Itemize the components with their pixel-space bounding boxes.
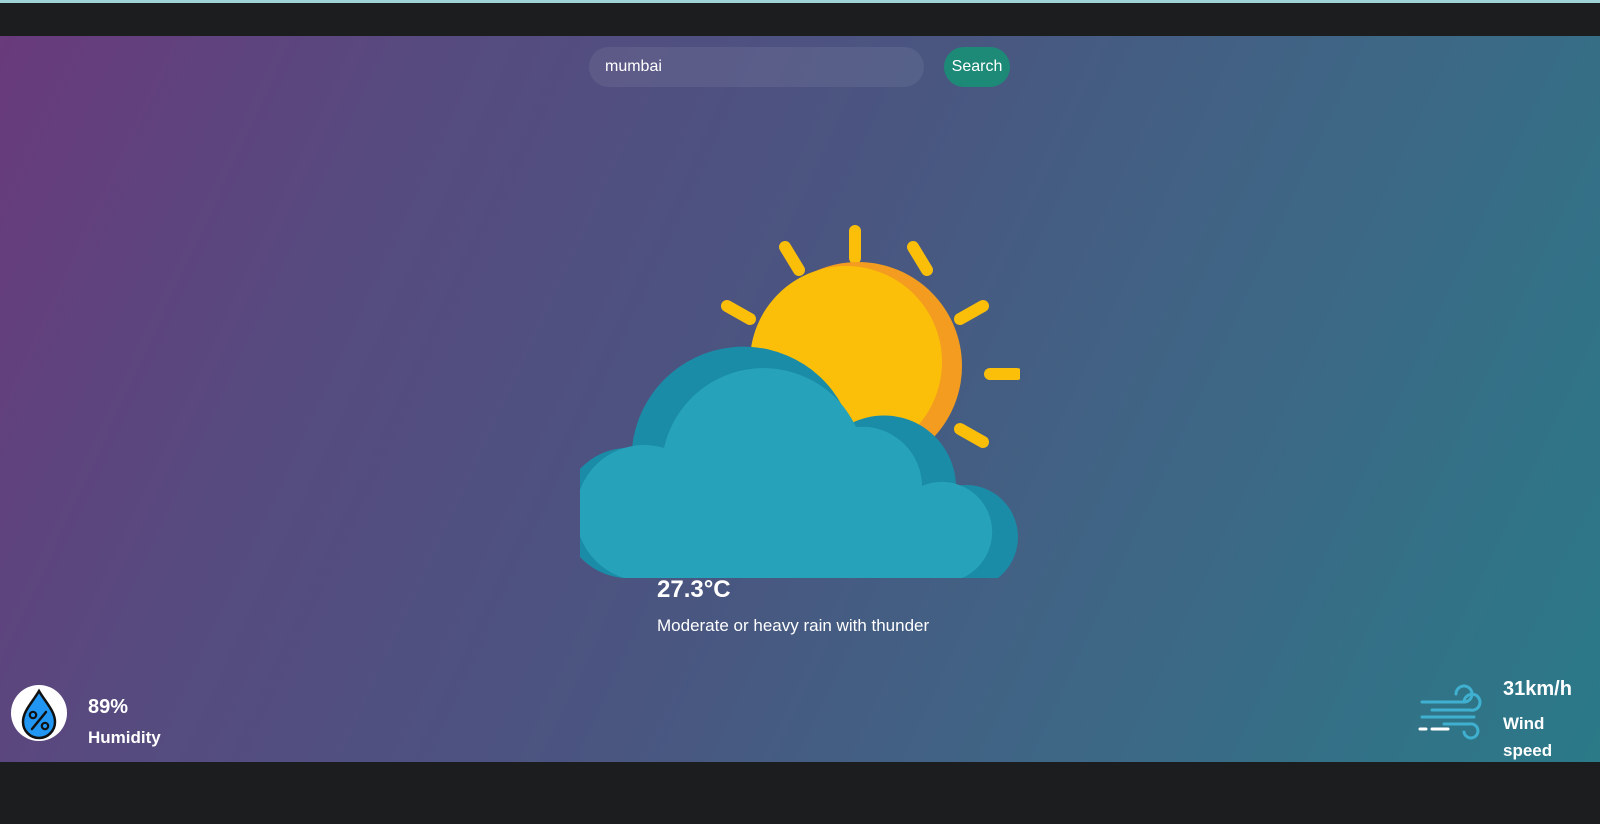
wind-speed-label: Wind speed bbox=[1503, 714, 1553, 760]
browser-top-bar bbox=[0, 3, 1600, 36]
search-input[interactable] bbox=[589, 47, 924, 87]
search-box bbox=[589, 47, 924, 87]
weather-app: Search 27.3°C Moderate or heavy rain wit… bbox=[0, 36, 1600, 762]
weather-description: Moderate or heavy rain with thunder bbox=[657, 616, 930, 635]
wind-icon bbox=[1418, 684, 1482, 740]
humidity-label: Humidity bbox=[88, 728, 161, 747]
humidity-value: 89% bbox=[88, 696, 129, 718]
sun-behind-cloud-icon bbox=[580, 225, 1020, 578]
humidity-drop-icon bbox=[11, 685, 67, 741]
wind-speed-value: 31km/h bbox=[1503, 678, 1572, 700]
search-button[interactable]: Search bbox=[944, 47, 1010, 87]
browser-bottom-bar bbox=[0, 762, 1600, 824]
temperature: 27.3°C bbox=[657, 576, 731, 603]
